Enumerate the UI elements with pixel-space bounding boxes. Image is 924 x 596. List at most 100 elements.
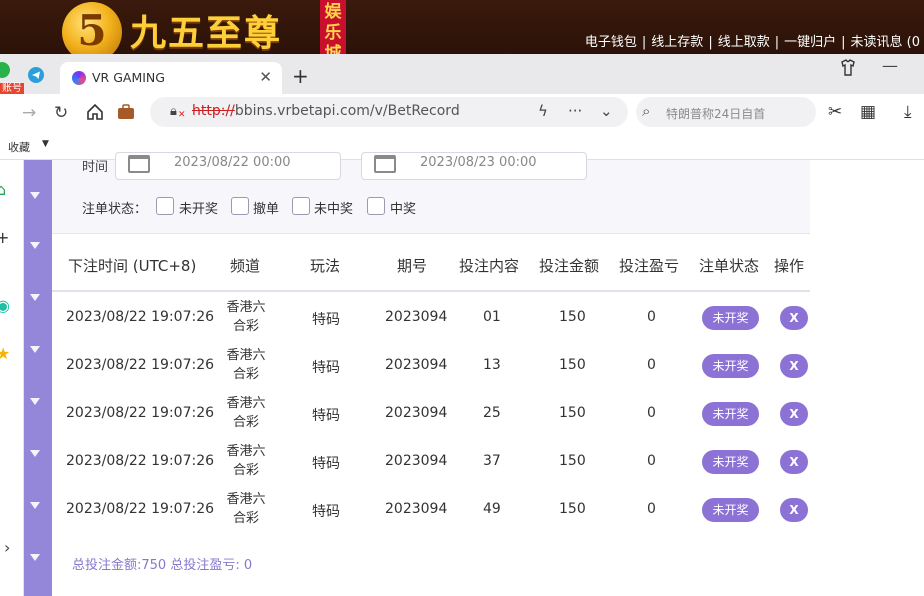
bet-record-panel: 时间 2023/08/22 00:00 2023/08/23 00:00 注单状… <box>52 152 810 596</box>
lock-icon[interactable]: 🔒︎ <box>170 104 177 119</box>
forward-icon[interactable]: → <box>22 103 36 123</box>
address-bar[interactable]: 🔒︎ ✕ http://bbins.vrbetapi.com/v/BetReco… <box>150 97 628 127</box>
channel-line-2: 合彩 <box>232 415 259 430</box>
link-unread-messages[interactable]: 未读讯息 (0 <box>847 35 924 50</box>
period-cell: 2023094 <box>385 501 448 517</box>
cancel-bet-button[interactable]: X <box>780 354 808 378</box>
link-separator: | <box>708 35 713 50</box>
channel-line-1: 香港六 <box>226 348 266 363</box>
channel-line-2: 合彩 <box>232 511 259 526</box>
caret-down-icon[interactable] <box>30 346 40 353</box>
home-outline-icon[interactable]: ⌂ <box>0 180 6 199</box>
cancel-bet-button[interactable]: X <box>780 306 808 330</box>
chevron-down-icon[interactable]: ▼ <box>42 139 49 149</box>
channel-cell: 香港六 合彩 <box>224 490 268 528</box>
minimize-icon[interactable]: — <box>882 56 898 75</box>
lightning-icon[interactable]: ϟ <box>538 102 548 120</box>
reload-icon[interactable]: ↻ <box>54 103 68 123</box>
channel-line-2: 合彩 <box>232 463 259 478</box>
channel-cell: 香港六 合彩 <box>224 394 268 432</box>
caret-down-icon[interactable] <box>30 398 40 405</box>
status-badge: 未开奖 <box>702 354 759 378</box>
telegram-icon[interactable] <box>28 67 44 83</box>
close-icon[interactable]: ✕ <box>259 68 272 86</box>
caret-down-icon[interactable] <box>30 450 40 457</box>
star-icon[interactable]: ★ <box>0 344 10 363</box>
col-period: 期号 <box>397 257 428 275</box>
bet-profit-cell: 0 <box>647 405 656 421</box>
status-checkbox-lost[interactable] <box>292 197 310 215</box>
table-row: 2023/08/22 19:07:26 香港六 合彩 特码 2023094 49 150 0 未… <box>52 486 810 534</box>
period-cell: 2023094 <box>385 453 448 469</box>
briefcase-icon[interactable] <box>116 102 136 122</box>
chevron-down-icon[interactable]: ⌄ <box>600 102 613 120</box>
totals-summary: 总投注金额:750 总投注盈亏: 0 <box>72 558 253 573</box>
channel-line-1: 香港六 <box>226 396 266 411</box>
play-cell: 特码 <box>312 504 340 520</box>
browser-address-row: → ↻ 🔒︎ ✕ http://bbins.vrbetapi.com/v/Bet… <box>0 94 924 132</box>
grid-icon[interactable]: ▦ <box>860 102 876 122</box>
chevron-right-icon[interactable]: › <box>4 538 10 557</box>
plus-icon[interactable]: + <box>0 228 9 247</box>
cancel-bet-button[interactable]: X <box>780 450 808 474</box>
insecure-x-icon: ✕ <box>178 110 186 120</box>
table-header: 下注时间 (UTC+8) 频道 玩法 期号 投注内容 投注金额 投注盈亏 注单状… <box>52 234 810 292</box>
bet-content-cell: 37 <box>483 453 501 469</box>
col-bet-profit: 投注盈亏 <box>619 257 680 275</box>
status-option-won[interactable]: 中奖 <box>390 198 416 217</box>
bet-time-cell: 2023/08/22 19:07:26 <box>66 357 215 373</box>
shirt-icon[interactable] <box>838 58 858 78</box>
link-withdraw[interactable]: 线上取款 <box>714 35 774 50</box>
status-checkbox-cancelled[interactable] <box>231 197 249 215</box>
status-option-cancelled[interactable]: 撤单 <box>253 198 279 217</box>
caret-down-icon[interactable] <box>30 502 40 509</box>
link-e-wallet[interactable]: 电子钱包 <box>581 35 641 50</box>
caret-down-icon[interactable] <box>30 192 40 199</box>
status-checkbox-won[interactable] <box>367 197 385 215</box>
channel-line-1: 香港六 <box>226 444 266 459</box>
period-cell: 2023094 <box>385 405 448 421</box>
app-icon[interactable]: ◉ <box>0 296 10 315</box>
new-tab-icon[interactable]: + <box>292 64 309 88</box>
status-filter-label: 注单状态： <box>82 202 148 217</box>
bookmarks-folder[interactable]: 收藏 <box>8 139 30 155</box>
caret-down-icon[interactable] <box>30 554 40 561</box>
bet-amount-cell: 150 <box>559 453 586 469</box>
status-badge: 未开奖 <box>702 402 759 426</box>
link-one-click-transfer[interactable]: 一键归户 <box>780 35 840 50</box>
caret-down-icon[interactable] <box>30 242 40 249</box>
tab-vr-gaming[interactable]: VR GAMING ✕ <box>60 62 282 94</box>
cancel-bet-button[interactable]: X <box>780 498 808 522</box>
caret-down-icon[interactable] <box>30 294 40 301</box>
status-option-pending[interactable]: 未开奖 <box>179 198 218 217</box>
channel-line-1: 香港六 <box>226 492 266 507</box>
cancel-bet-button[interactable]: X <box>780 402 808 426</box>
calendar-icon <box>128 155 150 173</box>
bet-time-cell: 2023/08/22 19:07:26 <box>66 405 215 421</box>
brand-logo-icon[interactable]: 5 <box>62 2 122 54</box>
start-date-value: 2023/08/22 00:00 <box>174 155 291 170</box>
home-icon[interactable] <box>86 103 104 121</box>
play-cell: 特码 <box>312 360 340 376</box>
table-row: 2023/08/22 19:07:26 香港六 合彩 特码 2023094 25 150 0 未… <box>52 390 810 438</box>
link-separator: | <box>841 35 846 50</box>
status-option-lost[interactable]: 未中奖 <box>314 198 353 217</box>
more-icon[interactable]: ··· <box>568 102 582 120</box>
start-date-picker[interactable]: 2023/08/22 00:00 <box>115 152 341 180</box>
end-date-picker[interactable]: 2023/08/23 00:00 <box>361 152 587 180</box>
time-label: 时间 <box>82 160 109 175</box>
bet-amount-cell: 150 <box>559 309 586 325</box>
link-deposit[interactable]: 线上存款 <box>647 35 707 50</box>
extension-icon[interactable] <box>0 62 10 78</box>
status-checkbox-pending[interactable] <box>156 197 174 215</box>
status-badge: 未开奖 <box>702 450 759 474</box>
search-box[interactable]: ⌕ 特朗普称24日自首 <box>636 97 816 127</box>
url-text[interactable]: http://bbins.vrbetapi.com/v/BetRecord <box>192 103 460 119</box>
play-cell: 特码 <box>312 312 340 328</box>
channel-cell: 香港六 合彩 <box>224 442 268 480</box>
col-bet-time: 下注时间 (UTC+8) <box>68 257 197 275</box>
bet-content-cell: 13 <box>483 357 501 373</box>
bet-amount-cell: 150 <box>559 405 586 421</box>
download-icon[interactable]: ⤓ <box>904 102 912 122</box>
scissors-icon[interactable]: ✂ <box>828 102 842 122</box>
